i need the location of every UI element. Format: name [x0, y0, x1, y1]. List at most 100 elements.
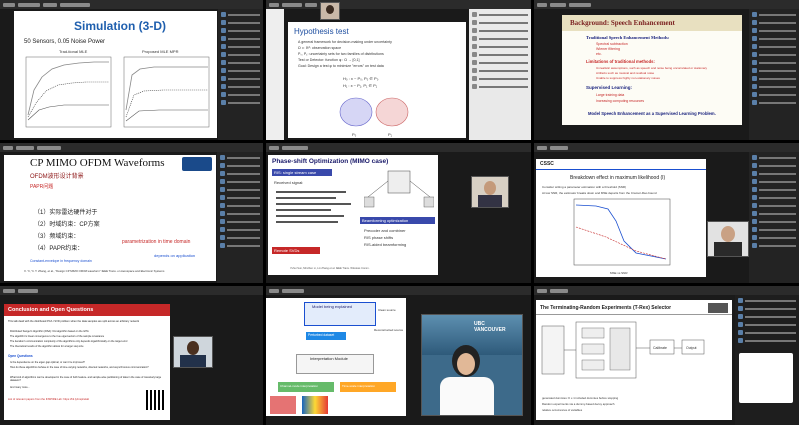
output-label: Output — [686, 346, 697, 350]
bullet-1: Distributed Sanger's Algorithm (DSA): fi… — [10, 330, 89, 333]
speaker-camera — [320, 2, 340, 20]
shared-slide: CSSC Breakdown effect in maximum likelih… — [536, 159, 706, 277]
limitation-1: Unrealistic assumptions, such as speech … — [596, 66, 708, 70]
slide-title: The Terminating-Random Experiments (T-Re… — [540, 305, 672, 311]
papers-link[interactable]: List of relevant papers from the INSPIRE… — [8, 398, 89, 401]
shared-slide: Simulation (3-D) 50 Sensors, 0.05 Noise … — [14, 11, 217, 138]
distribution-diagram — [339, 97, 409, 127]
slide-bullet-2: Random experiments via a dummy-based dec… — [542, 402, 615, 406]
video-tile-1[interactable]: Simulation (3-D) 50 Sensors, 0.05 Noise … — [0, 0, 263, 140]
papr-label: PAPR问题 — [30, 184, 54, 190]
bullet-3: The iteration's communication complexity… — [10, 340, 128, 343]
video-tile-2[interactable]: Hypothesis test A general framework for … — [266, 0, 531, 140]
bullet-5: Goal: Design a test φ to minimize "error… — [298, 64, 384, 68]
hypothesis-h0: H₀ : x ~ P₀, P₀ ∈ P₀ — [343, 76, 379, 81]
section-heading-1: Traditional Speech Enhancement Methods: — [586, 35, 670, 40]
question-3: What kind of algorithms can be developed… — [10, 376, 162, 382]
annotation-blue: depends on application — [154, 253, 196, 258]
participant-sidebar — [749, 152, 799, 283]
speaker-camera — [173, 336, 213, 368]
participant-sidebar — [217, 152, 263, 283]
channel-interp: Channel-mode interpretation — [280, 384, 319, 388]
video-tile-7[interactable]: Conclusion and Open Questions This talk … — [0, 286, 263, 425]
supervised-2: Increasing computing resources — [596, 99, 645, 103]
received-signal: Received signal: — [274, 180, 304, 185]
item-1: Spectral subtraction — [596, 42, 628, 46]
footnote: Constant-envelope in frequency domain — [30, 259, 92, 263]
slide-subtitle: OFDM波形设计背景 — [30, 174, 84, 180]
supervised-1: Large training data — [596, 93, 625, 97]
toolbar — [534, 0, 799, 9]
video-tile-8[interactable]: Model being explained Clean source Recon… — [266, 286, 531, 425]
cssc-logo: CSSC — [540, 161, 554, 167]
bullet-2: The algorithm's linear convergence to th… — [10, 335, 105, 338]
slide-bullet-1: Consider writing a parameter estimation … — [542, 185, 627, 189]
shared-slide: Background: Speech Enhancement Tradition… — [562, 15, 742, 125]
beam-bullet-1: Precoder and combiner — [364, 228, 406, 233]
constraint-4: （4）PAPR约束： — [34, 246, 84, 252]
set-p1-label: P₁ — [388, 132, 393, 137]
shared-slide: The Terminating-Random Experiments (T-Re… — [536, 300, 732, 420]
constraint-1: （1）实际雷达硬件对于 — [34, 210, 98, 216]
question-1: Is the dependence on the eigen gap optim… — [10, 361, 85, 364]
bullet-1: A general framework for decision-making … — [298, 40, 392, 44]
toolbar — [0, 143, 263, 152]
slide-title: Hypothesis test — [294, 27, 349, 36]
toolbar — [0, 0, 263, 9]
beamforming-title: Beamforming optimization — [362, 218, 409, 223]
slide-bullet-2: At low SNR, the estimator breaks down an… — [542, 191, 657, 195]
bullet-2: Ω ⊂ ℝᵈ: observation space — [298, 46, 342, 50]
equation-block — [276, 187, 356, 245]
plot-caption: MSE vs SNR — [610, 271, 628, 275]
slide-footer: Yuhui Sun, Minzhen Li, Lin Zhang et al. … — [290, 267, 370, 270]
campus-banner: UBC VANCOUVER — [474, 321, 506, 333]
ris-svd-label: Remote SVDs — [274, 248, 300, 253]
toolbar — [534, 286, 799, 295]
video-tile-3[interactable]: Background: Speech Enhancement Tradition… — [534, 0, 799, 140]
slide-title: Phase-shift Optimization (MIMO case) — [272, 158, 389, 165]
shared-slide: Model being explained Clean source Recon… — [266, 298, 406, 416]
qr-code — [146, 390, 166, 410]
chat-panel[interactable] — [735, 295, 799, 425]
toolbar — [266, 143, 531, 152]
video-tile-9[interactable]: The Terminating-Random Experiments (T-Re… — [534, 286, 799, 425]
item-3: etc. — [596, 52, 602, 56]
shared-slide: Conclusion and Open Questions This talk … — [4, 304, 170, 420]
interpretation-module: Interpretation Module — [310, 356, 348, 361]
bullet-4: The theoretical results of the algorithm… — [10, 345, 84, 348]
slide-title: Conclusion and Open Questions — [8, 307, 94, 313]
open-questions-heading: Open Questions — [8, 354, 33, 358]
eeg-thumbnail — [270, 396, 296, 414]
heatmap-thumbnail — [302, 396, 328, 414]
model-title: Model being explained — [312, 304, 353, 309]
plot-title-left: Trad-tional MLE — [59, 49, 88, 54]
clean-source: Clean source — [378, 308, 396, 312]
video-tile-6[interactable]: CSSC Breakdown effect in maximum likelih… — [534, 143, 799, 283]
constraint-2: （2）时域约束：CP方案 — [34, 222, 100, 228]
shared-slide: Hypothesis test A general framework for … — [288, 22, 466, 138]
institution-logo — [708, 303, 728, 313]
ris-label: RIS: single stream case — [274, 170, 317, 175]
citation: X. Yi, Yi. T. Zhang, et al., "Design CP … — [24, 269, 165, 273]
participant-sidebar — [749, 9, 799, 140]
video-tile-5[interactable]: Phase-shift Optimization (MIMO case) RIS… — [266, 143, 531, 283]
participant-sidebar — [469, 9, 531, 140]
constraint-3: （3）频域约束： — [34, 234, 80, 240]
slide-title: Background: Speech Enhancement — [570, 19, 675, 27]
beam-bullet-2: RIS phase shifts — [364, 235, 394, 240]
intro-text: This talk dealt with the distributed PCA… — [8, 320, 140, 323]
shared-slide: Phase-shift Optimization (MIMO case) RIS… — [268, 155, 438, 275]
slide-bullet-3: relative occurrences of variables — [542, 408, 583, 412]
toolbar — [534, 143, 799, 152]
slide-bullet-1: generated dummies: K ≥ 1 included dummie… — [542, 396, 619, 400]
bullet-3: P₀, P₁: uncertainty sets for two familie… — [298, 52, 384, 56]
recon-source: Reconstructed source — [374, 328, 404, 332]
slide-bullet: 50 Sensors, 0.05 Noise Power — [24, 39, 106, 45]
section-heading-2: Limitations of traditional methods: — [586, 59, 655, 64]
question-2: How do these algorithms behave in the ca… — [10, 366, 149, 369]
tools-sidebar — [266, 9, 284, 140]
video-tile-4[interactable]: CP MIMO OFDM Waveforms OFDM波形设计背景 PAPR问题… — [0, 143, 263, 283]
slide-title: CP MIMO OFDM Waveforms — [30, 157, 165, 169]
bullet-4: Test or Detector: function φ : Ω → [0,1] — [298, 58, 360, 62]
university-logo — [182, 157, 212, 171]
